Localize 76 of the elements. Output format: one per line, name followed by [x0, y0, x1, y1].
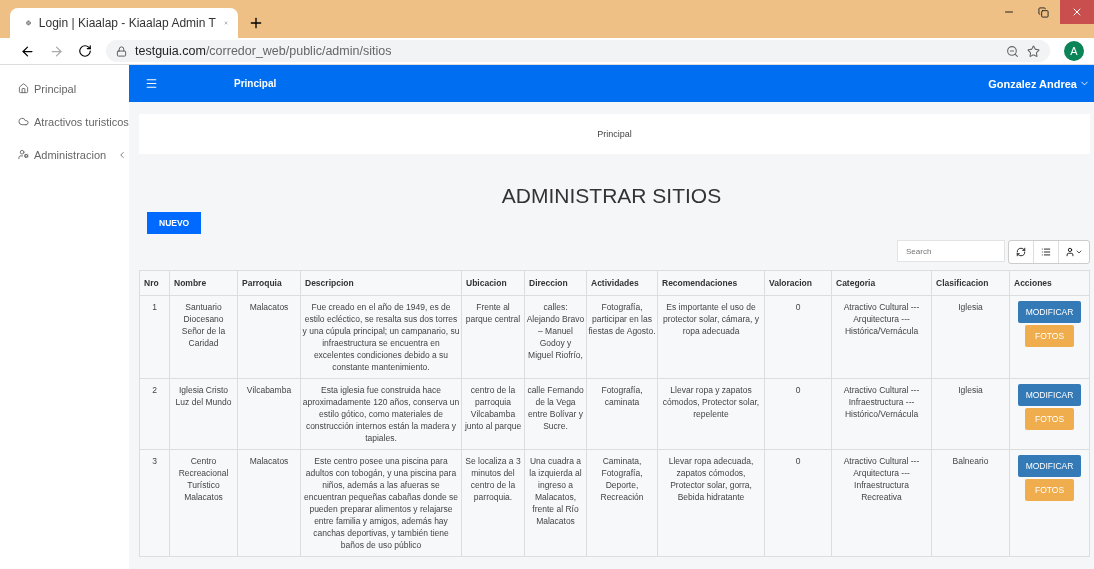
- home-icon: [18, 83, 29, 94]
- back-icon[interactable]: [20, 43, 35, 59]
- column-header[interactable]: Actividades: [586, 270, 658, 296]
- table-cell: Se localiza a 3 minutos del centro de la parroquia.: [461, 449, 525, 557]
- refresh-icon: [1016, 247, 1026, 257]
- table-cell: Fotografía, caminata: [586, 378, 658, 450]
- star-icon[interactable]: [1027, 44, 1040, 58]
- menu-icon[interactable]: [145, 77, 158, 90]
- table-cell: Malacatos: [237, 449, 301, 557]
- table-cell: Santuario Diocesano Señor de la Caridad: [169, 295, 238, 379]
- tab-title: Login | Kiaalap - Kiaalap Admin T: [38, 16, 216, 30]
- table-cell: 0: [764, 378, 832, 450]
- new-button[interactable]: NUEVO: [147, 212, 202, 234]
- column-header[interactable]: Acciones: [1009, 270, 1090, 296]
- sidebar-item[interactable]: Principal: [0, 79, 129, 98]
- table-cell: 0: [764, 449, 832, 557]
- edit-button[interactable]: MODIFICAR: [1017, 301, 1082, 323]
- column-header[interactable]: Ubicacion: [461, 270, 525, 296]
- column-header[interactable]: Valoracion: [764, 270, 832, 296]
- table-cell: calles: Alejando Bravo – Manuel Godoy y Miguel Riofrío,: [524, 295, 587, 379]
- user-icon: [18, 149, 29, 160]
- address-bar[interactable]: testguia.com/corredor_web/public/admin/sitios: [106, 40, 1050, 62]
- table-cell: Una cuadra a la izquierda al ingreso a Malacatos, frente al Río Malacatos: [524, 449, 587, 557]
- table-cell: Balneario: [931, 449, 1010, 557]
- table-cell: Iglesia: [931, 295, 1010, 379]
- table-cell: calle Fernando de la Vega entre Bolívar y Sucre.: [524, 378, 587, 450]
- table-cell: Iglesia: [931, 378, 1010, 450]
- table-cell: Frente al parque central: [461, 295, 525, 379]
- column-header[interactable]: Parroquia: [237, 270, 301, 296]
- table-cell: Es importante el uso de protector solar, cámara, y ropa adecuada: [657, 295, 765, 379]
- table-cell: centro de la parroquia Vilcabamba junto al parque: [461, 378, 525, 450]
- column-header[interactable]: Recomendaciones: [657, 270, 765, 296]
- table-cell: Centro Recreacional Turístico Malacatos: [169, 449, 238, 557]
- caret-icon: [1075, 248, 1083, 256]
- edit-button[interactable]: MODIFICAR: [1017, 384, 1082, 406]
- table-cell: Vilcabamba: [237, 378, 301, 450]
- table-cell: Caminata, Fotografía, Deporte, Recreación: [586, 449, 658, 557]
- url-text: testguia.com/corredor_web/public/admin/sitios: [135, 44, 392, 58]
- table-cell: Esta iglesia fue construida hace aproximadamente 120 años, conserva un estilo gótico, como materiales de construcción internos están la madera y tapiales.: [300, 378, 462, 450]
- column-header[interactable]: Nro: [139, 270, 170, 296]
- column-header[interactable]: Clasificacion: [931, 270, 1010, 296]
- table-cell: 3: [139, 449, 170, 557]
- table-cell: Atractivo Cultural --- Infraestructura --- Histórico/Vernácula: [831, 378, 932, 450]
- user-menu[interactable]: Gonzalez Andrea: [988, 77, 1090, 90]
- table-cell: 0: [764, 295, 832, 379]
- table-cell: Malacatos: [237, 295, 301, 379]
- table-cell: Fotografía, participar en las fiestas de Agosto.: [586, 295, 658, 379]
- new-tab-icon[interactable]: [248, 15, 264, 31]
- table-cell: Fue creado en el año de 1949, es de estilo ecléctico, se resalta sus dos torres y una cúpula principal; un campanario, su infraestructura se encuentra en excelentes condiciones debido a su constante mantenimiento.: [300, 295, 462, 379]
- column-header[interactable]: Direccion: [524, 270, 587, 296]
- table-cell: 2: [139, 378, 170, 450]
- table-cell: 1: [139, 295, 170, 379]
- table-cell: Iglesia Cristo Luz del Mundo: [169, 378, 238, 450]
- edit-button[interactable]: MODIFICAR: [1017, 455, 1082, 477]
- table-cell: Este centro posee una piscina para adultos con tobogán, y una piscina para niños, además a las afueras se encuentran pequeñas cabañas donde se pueden preparar alimentos y relajarse entre familia y amigos, además hay canchas deportivas, y también tiene baños de uso público: [300, 449, 462, 557]
- lock-icon: [116, 45, 127, 57]
- reload-icon[interactable]: [78, 44, 92, 58]
- profile-avatar[interactable]: A: [1064, 41, 1084, 61]
- browser-tab[interactable]: Login | Kiaalap - Kiaalap Admin T: [10, 8, 238, 38]
- zoom-icon[interactable]: [1006, 44, 1019, 58]
- column-header[interactable]: Nombre: [169, 270, 238, 296]
- user-icon: [1065, 247, 1075, 257]
- nav-title: Principal: [234, 78, 278, 89]
- search-field[interactable]: Search: [897, 240, 1005, 262]
- table-cell: Llevar ropa y zapatos cómodos, Protector solar, repelente: [657, 378, 765, 450]
- column-header[interactable]: Categoria: [831, 270, 932, 296]
- table-cell: Atractivo Cultural --- Arquitectura --- Histórica/Vernácula: [831, 295, 932, 379]
- table-cell: Llevar ropa adecuada, zapatos cómodos, Protector solar, gorra, Bebida hidratante: [657, 449, 765, 557]
- sidebar-item[interactable]: Atractivos turisticos: [0, 112, 129, 131]
- column-header[interactable]: Descripcion: [300, 270, 462, 296]
- breadcrumb: Principal: [597, 129, 632, 139]
- list-icon: [1041, 247, 1051, 257]
- table-cell: Atractivo Cultural --- Arquitectura --- Infraestructura Recreativa: [831, 449, 932, 557]
- cloud-icon: [18, 116, 29, 127]
- page-title: ADMINISTRAR SITIOS: [500, 184, 723, 208]
- sidebar-item[interactable]: Administracion: [0, 145, 129, 164]
